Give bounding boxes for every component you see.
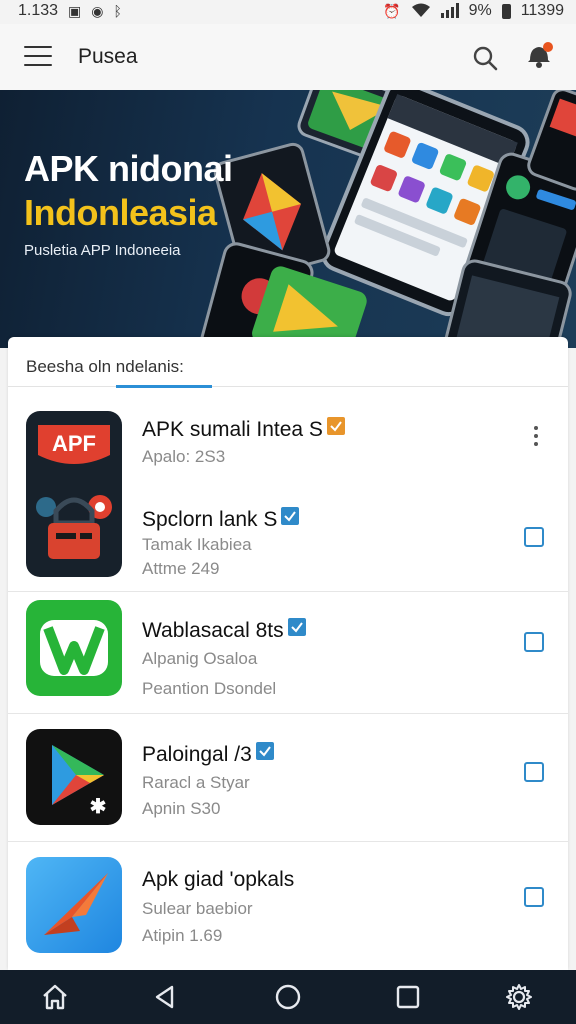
list-item-2-name[interactable]: Spclorn lank S	[142, 507, 300, 532]
verified-badge-icon	[281, 507, 300, 525]
circle-home-icon[interactable]	[273, 982, 303, 1012]
list-item-2-meta1: Tamak Ikabiea	[142, 535, 252, 554]
photo-icon: ▣	[68, 3, 82, 19]
tab-indicator	[116, 385, 212, 388]
status-clock: 11399	[520, 2, 564, 19]
list-item-3-checkbox[interactable]	[524, 632, 544, 652]
notification-bell-icon[interactable]	[524, 40, 554, 70]
home-icon[interactable]	[40, 982, 70, 1012]
list-item-3-meta1: Alpanig Osaloa	[142, 649, 258, 668]
search-icon[interactable]	[472, 45, 498, 71]
screen: 1.133 ▣ ◉ ᛒ ⏰ 9% 11399 Pusea APK nidonai…	[0, 0, 576, 1024]
bluetooth-icon: ᛒ	[113, 3, 122, 19]
list-item-5-checkbox[interactable]	[524, 887, 544, 907]
system-nav-bar	[0, 970, 576, 1024]
list-item-4-checkbox[interactable]	[524, 762, 544, 782]
alarm-icon: ⏰	[383, 3, 401, 19]
w-logo-icon[interactable]	[26, 600, 122, 696]
verified-badge-icon	[326, 417, 345, 435]
list-item-4-meta2: Apnin S30	[142, 799, 221, 818]
promo-banner[interactable]: APK nidonai Indonleasia Pusletia APP Ind…	[0, 90, 576, 348]
play-store-icon[interactable]: ✱	[26, 729, 122, 825]
messenger-icon: ◉	[91, 3, 104, 19]
status-bar: 1.133 ▣ ◉ ᛒ ⏰ 9% 11399	[0, 0, 576, 22]
svg-text:✱: ✱	[90, 796, 107, 818]
app-bar: Pusea	[0, 24, 576, 90]
banner-title: APK nidonai	[24, 148, 233, 189]
list-item-2-meta2: Attme 249	[142, 559, 220, 578]
list-item-1-meta: Apalo: 2S3	[142, 447, 226, 466]
list-item-2-checkbox[interactable]	[524, 527, 544, 547]
banner-subtitle: Pusletia APP Indoneeia	[24, 242, 181, 259]
wifi-icon	[411, 3, 431, 20]
list-header-title: Beesha oln ndelanis:	[26, 357, 184, 376]
more-options-icon[interactable]	[526, 426, 546, 450]
apk-shield-icon[interactable]: APF	[26, 411, 122, 577]
list-item-1-name[interactable]: APK sumali Intea S	[142, 417, 345, 442]
list-item-5-meta1: Sulear baebior	[142, 899, 253, 918]
app-list-card: Beesha oln ndelanis: APF APK sumali Inte…	[8, 337, 568, 970]
list-item-5-meta2: Atipin 1.69	[142, 926, 223, 945]
app-title: Pusea	[78, 45, 138, 68]
list-item-5-name[interactable]: Apk giad 'opkals	[142, 868, 294, 892]
divider	[8, 591, 568, 592]
recents-icon[interactable]	[393, 982, 423, 1012]
back-icon[interactable]	[150, 982, 180, 1012]
divider	[8, 713, 568, 714]
battery-icon	[501, 3, 511, 19]
list-item-3-name[interactable]: Wablasacal 8ts	[142, 618, 306, 643]
banner-title-highlight: Indonleasia	[24, 192, 217, 233]
verified-badge-icon	[287, 618, 306, 636]
signal-icon	[440, 2, 459, 20]
svg-text:APF: APF	[52, 431, 96, 456]
battery-percent: 9%	[468, 2, 492, 19]
divider	[8, 841, 568, 842]
list-header: Beesha oln ndelanis:	[8, 337, 568, 388]
list-item-4-meta1: Raracl a Styar	[142, 773, 250, 792]
status-time: 1.133	[18, 2, 59, 19]
menu-icon[interactable]	[24, 46, 52, 68]
paper-plane-icon[interactable]	[26, 857, 122, 953]
list-item-4-name[interactable]: Paloingal /3	[142, 742, 274, 767]
list-item-3-meta2: Peantion Dsondel	[142, 679, 277, 698]
verified-badge-icon	[255, 742, 274, 760]
settings-gear-icon[interactable]	[504, 982, 534, 1012]
